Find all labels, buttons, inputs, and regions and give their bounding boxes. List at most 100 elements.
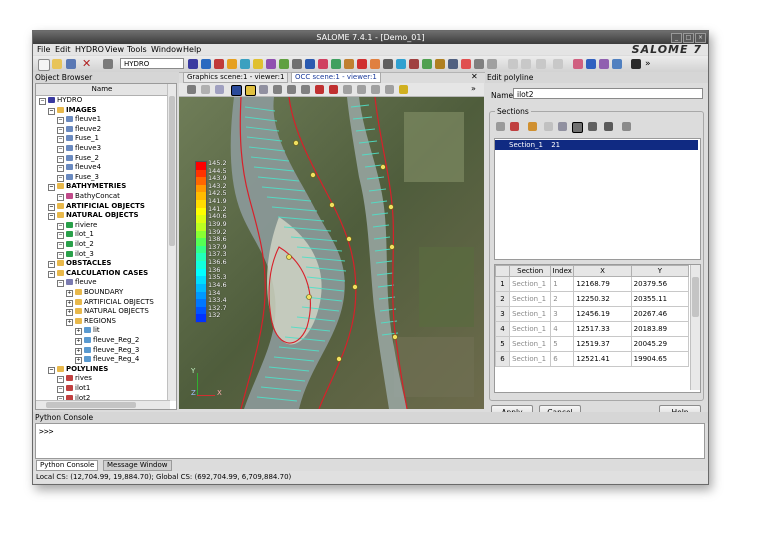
modify-section-icon[interactable] <box>544 122 553 131</box>
close-tab-icon[interactable]: ✕ <box>471 72 478 81</box>
tree-vertical-scrollbar[interactable] <box>167 84 176 401</box>
region-icon[interactable] <box>331 59 341 69</box>
zone-icon[interactable] <box>344 59 354 69</box>
hydro-module-icon[interactable] <box>188 59 198 69</box>
row-number[interactable]: 3 <box>495 306 511 322</box>
yacs-icon[interactable] <box>448 59 458 69</box>
calc-case-icon[interactable] <box>318 59 328 69</box>
tree-expander-icon[interactable]: − <box>57 232 64 240</box>
close-study-icon[interactable]: ✕ <box>82 58 92 69</box>
tree-item[interactable]: − fleuve1 <box>57 115 101 125</box>
tree-item[interactable]: + lit <box>75 326 100 336</box>
row-number[interactable]: 5 <box>495 336 511 352</box>
terminal-icon[interactable] <box>631 59 641 69</box>
menu-edit[interactable]: Edit <box>55 45 71 54</box>
viewer-toolbar-more-icon[interactable]: » <box>471 84 476 93</box>
tree-item[interactable]: + BOUNDARY <box>66 288 123 297</box>
menu-window[interactable]: Window <box>151 45 183 54</box>
redo-icon[interactable] <box>510 122 519 131</box>
close-button[interactable]: × <box>695 33 706 43</box>
tree-expander-icon[interactable]: − <box>48 107 55 115</box>
undo-icon[interactable] <box>496 122 505 131</box>
row-number[interactable]: 2 <box>495 291 511 307</box>
python-console[interactable]: >>> <box>35 423 705 459</box>
tree-expander-icon[interactable]: − <box>48 366 55 374</box>
tree-expander-icon[interactable]: − <box>57 242 64 249</box>
tree-item[interactable]: − BATHYMETRIES <box>48 182 126 192</box>
cell-section[interactable]: Section_1 <box>509 306 552 322</box>
tree-item[interactable]: − fleuve <box>57 278 97 288</box>
tree-expander-icon[interactable]: + <box>66 318 73 326</box>
tree-expander-icon[interactable]: − <box>48 213 55 221</box>
mesh-icon[interactable] <box>409 59 419 69</box>
tree-item[interactable]: − riviere <box>57 221 97 230</box>
cell-x[interactable]: 12521.41 <box>573 351 632 367</box>
import-image-icon[interactable] <box>201 59 211 69</box>
section-list-item[interactable]: Section_1 21 <box>495 140 698 150</box>
cell-y[interactable]: 20045.29 <box>630 336 690 352</box>
select-icon[interactable] <box>231 85 242 96</box>
tree-item[interactable]: − fleuve4 <box>57 163 101 173</box>
cell-x[interactable]: 12517.33 <box>573 321 632 337</box>
tab-graphics-scene[interactable]: Graphics scene:1 - viewer:1 <box>183 72 289 83</box>
tree-expander-icon[interactable]: − <box>57 222 64 230</box>
join-icon[interactable] <box>622 122 631 131</box>
reset-view-icon[interactable] <box>399 85 408 94</box>
rotation-icon[interactable] <box>343 85 352 94</box>
zoom-icon[interactable] <box>273 85 282 94</box>
chart-icon[interactable] <box>586 59 596 69</box>
split-icon[interactable] <box>357 59 367 69</box>
cell-index[interactable]: 1 <box>550 276 575 292</box>
tab-python-console[interactable]: Python Console <box>36 460 99 471</box>
front-view-icon[interactable] <box>357 85 366 94</box>
tree-item[interactable]: + REGIONS <box>66 317 116 326</box>
plot2d-icon[interactable] <box>573 59 583 69</box>
tree-item[interactable]: − ilot_1 <box>57 230 94 240</box>
zoom-area-icon[interactable] <box>287 85 296 94</box>
tree-expander-icon[interactable]: − <box>57 117 64 125</box>
profile-icon[interactable] <box>292 59 302 69</box>
paste-icon[interactable] <box>553 59 563 69</box>
menu-hydro[interactable]: HYDRO <box>75 45 104 54</box>
cell-section[interactable]: Section_1 <box>509 336 552 352</box>
tree-expander-icon[interactable]: − <box>48 203 55 211</box>
tree-item[interactable]: + ARTIFICIAL OBJECTS <box>66 298 154 307</box>
name-column-header[interactable]: Name <box>36 84 168 96</box>
tree-item[interactable]: + NATURAL OBJECTS <box>66 307 149 317</box>
tree-item[interactable]: − ilot_2 <box>57 240 94 249</box>
tree-expander-icon[interactable]: + <box>66 299 73 307</box>
row-number[interactable]: 6 <box>495 351 511 367</box>
table-scrollbar[interactable] <box>690 265 700 390</box>
paraview-icon[interactable] <box>435 59 445 69</box>
tree-expander-icon[interactable]: − <box>48 261 55 269</box>
heart-icon[interactable] <box>599 59 609 69</box>
tree-item[interactable]: − ilot_3 <box>57 250 94 259</box>
cell-x[interactable]: 12456.19 <box>573 306 632 322</box>
immersible-zone-icon[interactable] <box>227 59 237 69</box>
remove-icon[interactable] <box>604 122 613 131</box>
tree-expander-icon[interactable]: − <box>57 280 64 288</box>
back-view-icon[interactable] <box>371 85 380 94</box>
tree-expander-icon[interactable]: − <box>48 184 55 192</box>
jobmanager-icon[interactable] <box>461 59 471 69</box>
cell-index[interactable]: 5 <box>550 336 575 352</box>
tab-occ-scene[interactable]: OCC scene:1 - viewer:1 <box>291 72 381 83</box>
obstacle-icon[interactable] <box>279 59 289 69</box>
table-row[interactable]: 5 Section_1 5 12519.37 20045.29 <box>495 336 690 352</box>
tree-item[interactable]: − Fuse_2 <box>57 154 99 163</box>
cell-y[interactable]: 20183.89 <box>630 321 690 337</box>
menu-tools[interactable]: Tools <box>127 45 147 54</box>
tree-item[interactable]: − POLYLINES <box>48 365 108 374</box>
tab-message-window[interactable]: Message Window <box>103 460 172 471</box>
merge-icon[interactable] <box>370 59 380 69</box>
cell-index[interactable]: 6 <box>550 351 575 367</box>
tree-item[interactable]: − fleuve2 <box>57 125 101 134</box>
tree-expander-icon[interactable]: − <box>57 146 64 153</box>
dump-view-icon[interactable] <box>187 85 196 94</box>
col-header-x[interactable]: X <box>573 265 632 277</box>
tree-expander-icon[interactable]: + <box>75 338 82 345</box>
table-row[interactable]: 1 Section_1 1 12168.79 20379.56 <box>495 276 690 292</box>
cell-section[interactable]: Section_1 <box>509 351 552 367</box>
maximize-button[interactable]: □ <box>683 33 694 43</box>
channel-icon[interactable] <box>253 59 263 69</box>
